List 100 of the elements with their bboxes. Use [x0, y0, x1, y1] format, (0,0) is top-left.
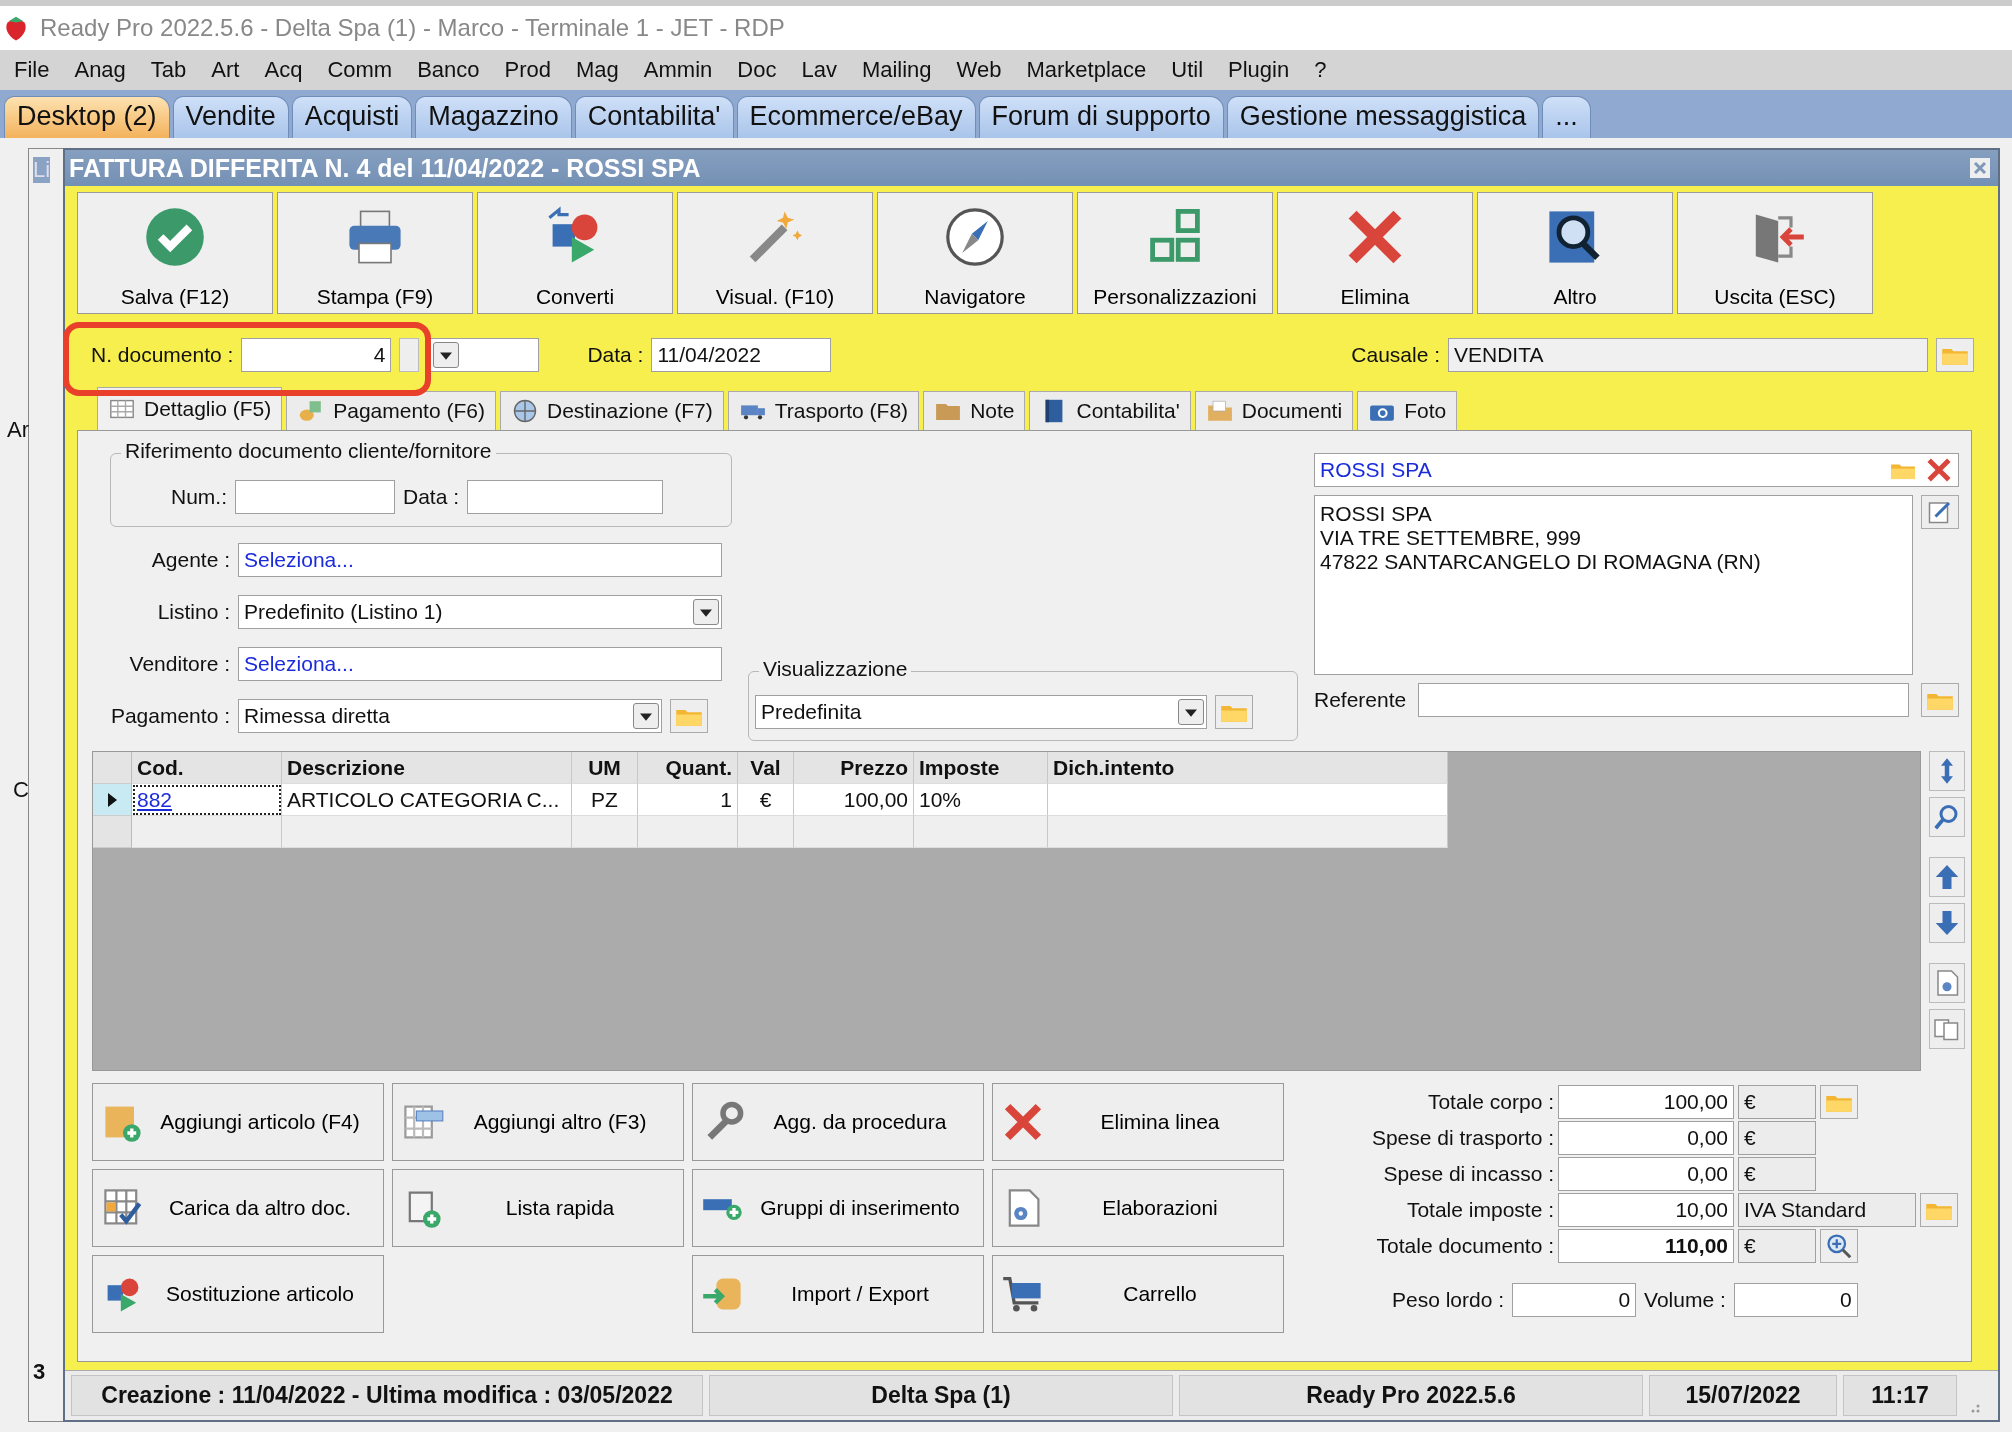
tab[interactable]: Documenti [1194, 391, 1354, 430]
copy-button[interactable] [1929, 1009, 1965, 1049]
folder-button[interactable] [1921, 683, 1959, 717]
folder-button[interactable] [670, 699, 708, 733]
amount-field[interactable]: 10,00 [1558, 1193, 1734, 1227]
menu-item[interactable]: Prod [496, 57, 569, 83]
caret-icon [433, 342, 460, 368]
number-field[interactable]: 4 [241, 338, 392, 372]
toolbar-button[interactable]: Altro [1477, 192, 1673, 314]
down-arrow-button[interactable] [1929, 903, 1965, 943]
menu-item[interactable]: Comm [319, 57, 410, 83]
folder-button[interactable] [1936, 338, 1974, 372]
zoom-button[interactable] [1820, 1229, 1858, 1263]
menu-item[interactable]: Lav [793, 57, 854, 83]
toolbar-button[interactable]: Stampa (F9) [277, 192, 473, 314]
check-icon [143, 205, 207, 269]
customer-field[interactable]: ROSSI SPA [1314, 453, 1959, 487]
tab[interactable]: Magazzino [415, 96, 572, 138]
number-field[interactable] [235, 480, 395, 514]
action-button[interactable]: Aggiungi articolo (F4) [92, 1083, 384, 1161]
tab[interactable]: Contabilita' [574, 96, 734, 138]
close-icon[interactable] [1925, 456, 1953, 484]
action-button[interactable]: Carica da altro doc. [92, 1169, 384, 1247]
dropdown-field[interactable]: Predefinito (Listino 1) [238, 595, 722, 629]
weight-field[interactable]: 0 [1512, 1283, 1637, 1317]
toolbar-button[interactable]: Navigatore [877, 192, 1073, 314]
up-arrow-button[interactable] [1929, 857, 1965, 897]
unit-field: € [1738, 1157, 1816, 1191]
status-text: Delta Spa (1) [709, 1375, 1173, 1416]
menu-item[interactable]: Acq [256, 57, 320, 83]
toolbar-button[interactable]: Salva (F12) [77, 192, 273, 314]
tab[interactable]: Ecommerce/eBay [736, 96, 976, 138]
toolbar-button[interactable]: Personalizzazioni [1077, 192, 1273, 314]
table-row[interactable]: 882 ARTICOLO CATEGORIA C... PZ 1 € 100,00 10% [93, 784, 1448, 816]
select-field[interactable]: Seleziona... [238, 543, 722, 577]
folder-button[interactable] [1920, 1193, 1958, 1227]
document-gear-button[interactable] [1929, 963, 1965, 1003]
folder-button[interactable] [1820, 1085, 1858, 1119]
up-down-arrow-button[interactable] [1929, 751, 1965, 791]
menu-item[interactable]: File [6, 57, 67, 83]
amount-field[interactable]: 110,00 [1558, 1229, 1734, 1263]
tab[interactable]: Note [923, 391, 1026, 430]
tab[interactable]: Acquisti [291, 96, 413, 138]
menu-item[interactable]: Mailing [853, 57, 949, 83]
action-button[interactable]: Sostituzione articolo [92, 1255, 384, 1333]
reason-field[interactable]: VENDITA [1448, 338, 1928, 372]
menu-item[interactable]: Ammin [635, 57, 730, 83]
tab[interactable]: Desktop (2) [4, 96, 170, 138]
action-button[interactable]: Elimina linea [992, 1083, 1284, 1161]
volume-field[interactable]: 0 [1733, 1283, 1858, 1317]
menu-item[interactable]: Art [203, 57, 257, 83]
date-field[interactable]: 11/04/2022 [651, 338, 832, 372]
tab[interactable]: Destinazione (F7) [499, 391, 724, 430]
tab[interactable]: Foto [1357, 391, 1458, 430]
spin-button[interactable] [399, 338, 420, 372]
menu-item[interactable]: Web [948, 57, 1019, 83]
menu-item[interactable]: Doc [729, 57, 794, 83]
date-field[interactable] [467, 480, 664, 514]
menu-item[interactable]: Anag [66, 57, 143, 83]
tab[interactable]: Forum di supporto [978, 96, 1224, 138]
amount-field[interactable]: 0,00 [1558, 1121, 1734, 1155]
action-button[interactable]: Agg. da procedura [692, 1083, 984, 1161]
address-box[interactable]: ROSSI SPA VIA TRE SETTEMBRE, 999 47822 SANTARCANGELO DI ROMAGNA (RN) [1314, 495, 1913, 675]
toolbar-button[interactable]: Elimina [1277, 192, 1473, 314]
label: Venditore : [128, 652, 230, 676]
amount-field[interactable]: 0,00 [1558, 1157, 1734, 1191]
window-title: Ready Pro 2022.5.6 - Delta Spa (1) - Marco - Terminale 1 - JET - RDP [40, 14, 785, 42]
tab[interactable]: Pagamento (F6) [286, 391, 496, 430]
folder-button[interactable] [1215, 695, 1253, 729]
tab[interactable]: Vendite [172, 96, 289, 138]
toolbar-button[interactable]: Visual. (F10) [677, 192, 873, 314]
edit-button[interactable] [1921, 495, 1959, 529]
action-button[interactable]: Lista rapida [392, 1169, 684, 1247]
action-button[interactable]: Aggiungi altro (F3) [392, 1083, 684, 1161]
tab[interactable]: Gestione messaggistica [1226, 96, 1540, 138]
menu-item[interactable]: Mag [568, 57, 636, 83]
menu-item[interactable]: Util [1163, 57, 1221, 83]
toolbar-button[interactable]: Uscita (ESC) [1677, 192, 1873, 314]
unit-field: € [1738, 1229, 1816, 1263]
action-button[interactable]: Carrello [992, 1255, 1284, 1333]
dropdown-field[interactable]: Predefinita [755, 695, 1207, 729]
contact-field[interactable] [1418, 683, 1909, 717]
close-icon[interactable] [1970, 158, 1990, 178]
tab[interactable]: Trasporto (F8) [727, 391, 920, 430]
caret-icon [693, 599, 719, 625]
action-button[interactable]: Gruppi di inserimento [692, 1169, 984, 1247]
search-button[interactable] [1929, 797, 1965, 837]
menu-item[interactable]: Marketplace [1018, 57, 1164, 83]
dropdown-field[interactable]: Rimessa diretta [238, 699, 662, 733]
toolbar-button[interactable]: Converti [477, 192, 673, 314]
action-button[interactable]: Import / Export [692, 1255, 984, 1333]
action-button[interactable]: Elaborazioni [992, 1169, 1284, 1247]
menu-item[interactable]: Plugin [1220, 57, 1307, 83]
tab[interactable]: ... [1542, 96, 1591, 138]
menu-item[interactable]: ? [1306, 57, 1344, 83]
menu-item[interactable]: Tab [142, 57, 204, 83]
tab[interactable]: Contabilita' [1029, 391, 1191, 430]
select-field[interactable]: Seleziona... [238, 647, 722, 681]
menu-item[interactable]: Banco [409, 57, 497, 83]
amount-field[interactable]: 100,00 [1558, 1085, 1734, 1119]
